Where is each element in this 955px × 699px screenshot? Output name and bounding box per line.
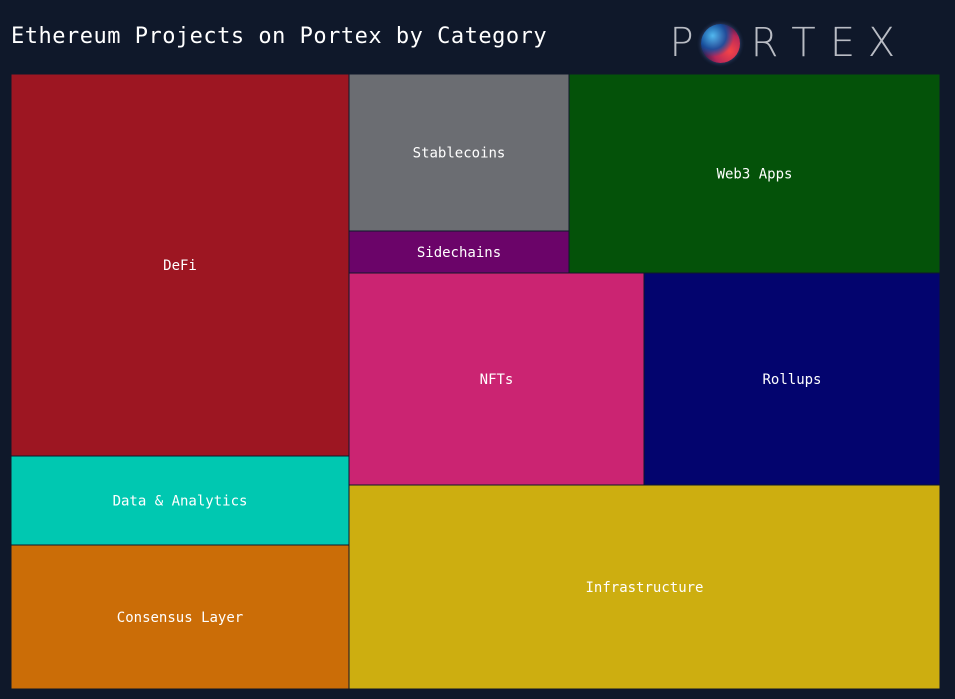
treemap-label-rollups: Rollups	[762, 372, 821, 388]
treemap-chart: DeFi Data & Analytics Consensus Layer Stabl…	[10, 73, 941, 690]
treemap-label-sidechains: Sidechains	[417, 245, 501, 261]
treemap-label-defi: DeFi	[163, 258, 197, 274]
treemap-label-stablecoins: Stablecoins	[413, 146, 506, 162]
treemap-label-data-analytics: Data & Analytics	[113, 494, 248, 510]
treemap-label-infrastructure: Infrastructure	[585, 580, 703, 596]
treemap-label-nfts: NFTs	[480, 372, 514, 388]
treemap-label-consensus-layer: Consensus Layer	[117, 610, 243, 626]
chart-page: Ethereum Projects on Portex by Category …	[0, 0, 955, 699]
treemap-label-web3-apps: Web3 Apps	[717, 167, 793, 183]
